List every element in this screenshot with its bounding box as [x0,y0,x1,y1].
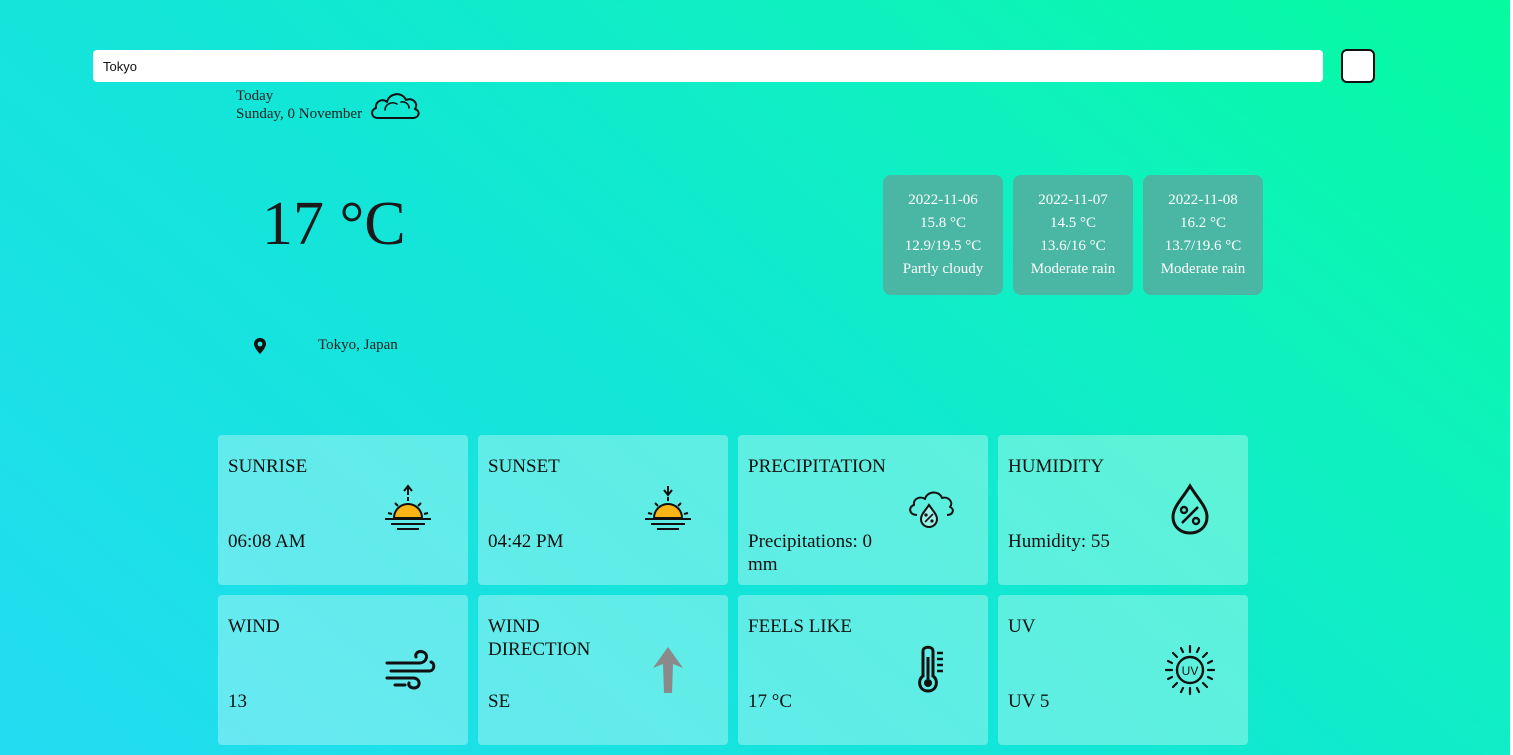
forecast-condition: Partly cloudy [902,261,984,277]
cloud-icon [371,93,420,119]
tile-title: SUNRISE [228,456,308,477]
forecast-date: 2022-11-07 [1038,192,1108,208]
forecast-temp-range: 13.6/16 °C [1040,238,1106,254]
forecast-avg-temp: 14.5 °C [1049,215,1096,231]
tile-value: Precipitations: 0 mm [748,531,873,575]
forecast-temp-range: 12.9/19.5 °C [904,238,982,254]
today-label: Today [236,88,274,104]
tile-title: UV [1008,616,1036,637]
forecast-condition: Moderate rain [1030,261,1116,277]
tile-title: HUMIDITY [1008,456,1105,477]
feels-like-tile: FEELS LIKE 17 °C [738,595,988,745]
uv-tile: UV UV 5 UV [998,595,1248,745]
tile-title: WIND [228,616,280,637]
tile-value: UV 5 [1008,691,1050,712]
tile-title: WIND DIRECTION [488,616,591,660]
thermometer-icon [918,645,943,693]
svg-text:UV: UV [1182,664,1199,678]
humidity-tile: HUMIDITY Humidity: 55 [998,435,1248,585]
cloud-percent-icon [909,491,954,529]
tile-value: SE [488,691,511,712]
precipitation-tile: PRECIPITATION Precipitations: 0 mm [738,435,988,585]
tile-value: 04:42 PM [488,531,564,552]
forecast-card-day-3: 2022-11-08 16.2 °C 13.7/19.6 °C Moderate… [1143,175,1263,295]
forecast-condition: Moderate rain [1160,261,1246,277]
forecast-date: 2022-11-06 [908,192,978,208]
current-temperature: 17 °C [262,190,406,258]
uv-sun-icon: UV [1164,644,1216,696]
wind-icon [385,650,436,690]
search-button[interactable] [1341,49,1375,83]
location-name: Tokyo, Japan [318,337,398,353]
forecast-avg-temp: 16.2 °C [1179,215,1226,231]
sunrise-tile: SUNRISE 06:08 AM [218,435,468,585]
tile-value: 13 [228,691,247,712]
sunrise-icon [385,484,431,530]
forecast-date: 2022-11-08 [1168,192,1238,208]
tile-value: Humidity: 55 [1008,531,1110,552]
today-header: Today Sunday, 0 November [236,87,362,123]
sunset-tile: SUNSET 04:42 PM [478,435,728,585]
forecast-temp-range: 13.7/19.6 °C [1164,238,1242,254]
humidity-drop-icon [1171,483,1209,535]
map-pin-icon [254,338,266,354]
tile-value: 17 °C [748,691,793,712]
wind-tile: WIND 13 [218,595,468,745]
wind-direction-tile: WIND DIRECTION SE [478,595,728,745]
tile-title: SUNSET [488,456,560,477]
search-input[interactable] [93,50,1323,82]
forecast-avg-temp: 15.8 °C [919,215,966,231]
sunset-icon [645,486,691,530]
tile-title: PRECIPITATION [748,456,886,477]
forecast-card-day-2: 2022-11-07 14.5 °C 13.6/16 °C Moderate r… [1013,175,1133,295]
direction-arrow-icon [653,647,683,693]
forecast-card-day-1: 2022-11-06 15.8 °C 12.9/19.5 °C Partly c… [883,175,1003,295]
today-date: Sunday, 0 November [236,106,363,122]
tile-value: 06:08 AM [228,531,306,552]
tile-title: FEELS LIKE [748,616,852,637]
